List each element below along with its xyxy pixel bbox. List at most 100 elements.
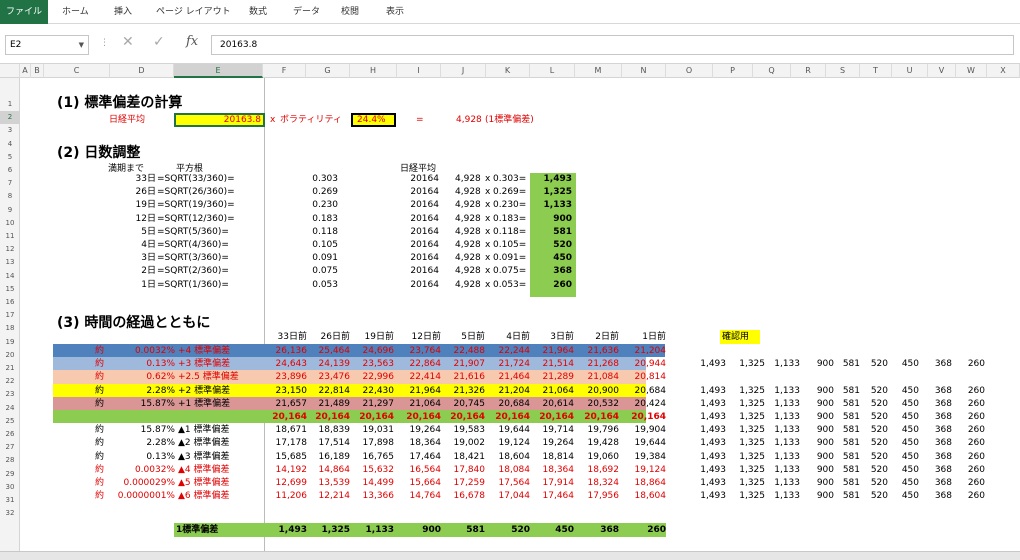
- row-header-22[interactable]: 22: [0, 375, 20, 388]
- check-cell[interactable]: 368: [918, 359, 952, 370]
- check-cell[interactable]: 1,325: [731, 399, 765, 410]
- avg-cell[interactable]: 20164: [397, 174, 439, 185]
- sqrt-formula-cell[interactable]: =SQRT(4/360)=: [157, 240, 229, 251]
- projection-cell[interactable]: 20,614: [530, 399, 575, 410]
- sqrt-cell[interactable]: 0.118: [306, 227, 338, 238]
- total-cell[interactable]: 1,133: [350, 525, 394, 536]
- result-cell[interactable]: 1,325: [530, 187, 572, 198]
- total-cell[interactable]: 1,493: [263, 525, 307, 536]
- sqrt-eq-cell[interactable]: 0.183=: [493, 214, 526, 225]
- check-cell[interactable]: 520: [854, 359, 888, 370]
- row-header-18[interactable]: 18: [0, 322, 20, 335]
- column-header-t[interactable]: T: [860, 64, 892, 78]
- row-header-5[interactable]: 5: [0, 151, 20, 164]
- row-header-27[interactable]: 27: [0, 441, 20, 454]
- avg-cell[interactable]: 20164: [397, 227, 439, 238]
- projection-cell[interactable]: 19,124: [486, 438, 531, 449]
- column-header-b[interactable]: B: [31, 64, 44, 78]
- row-header-28[interactable]: 28: [0, 454, 20, 467]
- tab-data[interactable]: データ: [287, 0, 326, 24]
- row-header-16[interactable]: 16: [0, 296, 20, 309]
- row-header-14[interactable]: 14: [0, 270, 20, 283]
- percent-cell[interactable]: 15.87%: [110, 425, 175, 436]
- days-before-header[interactable]: 5日前: [441, 332, 485, 343]
- projection-cell[interactable]: 26,136: [263, 346, 308, 357]
- check-cell[interactable]: 520: [854, 399, 888, 410]
- column-header-w[interactable]: W: [956, 64, 987, 78]
- column-header-l[interactable]: L: [530, 64, 575, 78]
- row-header-32[interactable]: 32: [0, 507, 20, 520]
- result-cell[interactable]: 260: [530, 280, 572, 291]
- projection-cell[interactable]: 21,636: [575, 346, 620, 357]
- projection-cell[interactable]: 19,060: [575, 452, 620, 463]
- column-header-s[interactable]: S: [826, 64, 860, 78]
- row-header-6[interactable]: 6: [0, 164, 20, 177]
- sqrt-eq-cell[interactable]: 0.075=: [493, 266, 526, 277]
- avg-cell[interactable]: 20164: [397, 200, 439, 211]
- projection-cell[interactable]: 20,164: [622, 412, 666, 423]
- projection-cell[interactable]: 21,204: [622, 346, 667, 357]
- projection-cell[interactable]: 16,765: [350, 452, 395, 463]
- projection-cell[interactable]: 23,896: [263, 372, 308, 383]
- check-cell[interactable]: 1,325: [731, 359, 765, 370]
- sd-cell[interactable]: 4,928: [455, 280, 481, 291]
- days-before-header[interactable]: 33日前: [263, 332, 307, 343]
- projection-cell[interactable]: 17,044: [486, 491, 531, 502]
- row-header-21[interactable]: 21: [0, 362, 20, 375]
- sd-cell[interactable]: 4,928: [455, 214, 481, 225]
- projection-cell[interactable]: 22,430: [350, 386, 395, 397]
- sqrt-formula-cell[interactable]: =SQRT(26/360)=: [157, 187, 235, 198]
- check-cell[interactable]: 1,493: [692, 465, 726, 476]
- days-cell[interactable]: 26日: [110, 187, 156, 198]
- avg-cell[interactable]: 20164: [397, 240, 439, 251]
- sigma-label[interactable]: ▲5 標準偏差: [178, 478, 230, 489]
- projection-cell[interactable]: 25,464: [306, 346, 351, 357]
- projection-cell[interactable]: 18,839: [306, 425, 351, 436]
- avg-cell[interactable]: 20164: [397, 187, 439, 198]
- sqrt-formula-cell[interactable]: =SQRT(12/360)=: [157, 214, 235, 225]
- projection-cell[interactable]: 20,944: [622, 359, 667, 370]
- column-header-e[interactable]: E: [174, 64, 263, 78]
- row-header-17[interactable]: 17: [0, 309, 20, 322]
- sqrt-eq-cell[interactable]: 0.269=: [493, 187, 526, 198]
- projection-cell[interactable]: 17,464: [397, 452, 442, 463]
- projection-cell[interactable]: 19,583: [441, 425, 486, 436]
- days-cell[interactable]: 2日: [110, 266, 156, 277]
- percent-cell[interactable]: 0.0032%: [110, 465, 175, 476]
- check-cell[interactable]: 260: [951, 425, 985, 436]
- projection-cell[interactable]: 18,692: [575, 465, 620, 476]
- row-header-3[interactable]: 3: [0, 124, 20, 137]
- column-header-n[interactable]: N: [622, 64, 666, 78]
- projection-cell[interactable]: 18,604: [622, 491, 667, 502]
- percent-cell[interactable]: 0.13%: [110, 359, 175, 370]
- sigma-label[interactable]: ▲4 標準偏差: [178, 465, 230, 476]
- projection-cell[interactable]: 14,192: [263, 465, 308, 476]
- sheet-tab-bar[interactable]: [0, 551, 1020, 560]
- check-cell[interactable]: 1,325: [731, 478, 765, 489]
- sigma-label[interactable]: ▲2 標準偏差: [178, 438, 230, 449]
- sigma-label[interactable]: +2 標準偏差: [178, 386, 230, 397]
- sigma-label[interactable]: +2.5 標準偏差: [178, 372, 239, 383]
- projection-cell[interactable]: 21,289: [530, 372, 575, 383]
- projection-cell[interactable]: 21,064: [530, 386, 575, 397]
- projection-cell[interactable]: 19,644: [622, 438, 667, 449]
- days-cell[interactable]: 4日: [110, 240, 156, 251]
- sqrt-cell[interactable]: 0.303: [306, 174, 338, 185]
- result-cell[interactable]: 450: [530, 253, 572, 264]
- sqrt-formula-cell[interactable]: =SQRT(2/360)=: [157, 266, 229, 277]
- avg-cell[interactable]: 20164: [397, 266, 439, 277]
- column-header-k[interactable]: K: [486, 64, 530, 78]
- check-cell[interactable]: 1,325: [731, 465, 765, 476]
- check-cell[interactable]: 260: [951, 359, 985, 370]
- row-header-11[interactable]: 11: [0, 230, 20, 243]
- check-cell[interactable]: 260: [951, 452, 985, 463]
- check-cell[interactable]: 520: [854, 452, 888, 463]
- check-cell[interactable]: 450: [885, 491, 919, 502]
- sqrt-eq-cell[interactable]: 0.053=: [493, 280, 526, 291]
- projection-cell[interactable]: 22,814: [306, 386, 351, 397]
- check-cell[interactable]: 450: [885, 465, 919, 476]
- projection-cell[interactable]: 23,150: [263, 386, 308, 397]
- days-cell[interactable]: 3日: [110, 253, 156, 264]
- projection-cell[interactable]: 23,476: [306, 372, 351, 383]
- projection-cell[interactable]: 18,671: [263, 425, 308, 436]
